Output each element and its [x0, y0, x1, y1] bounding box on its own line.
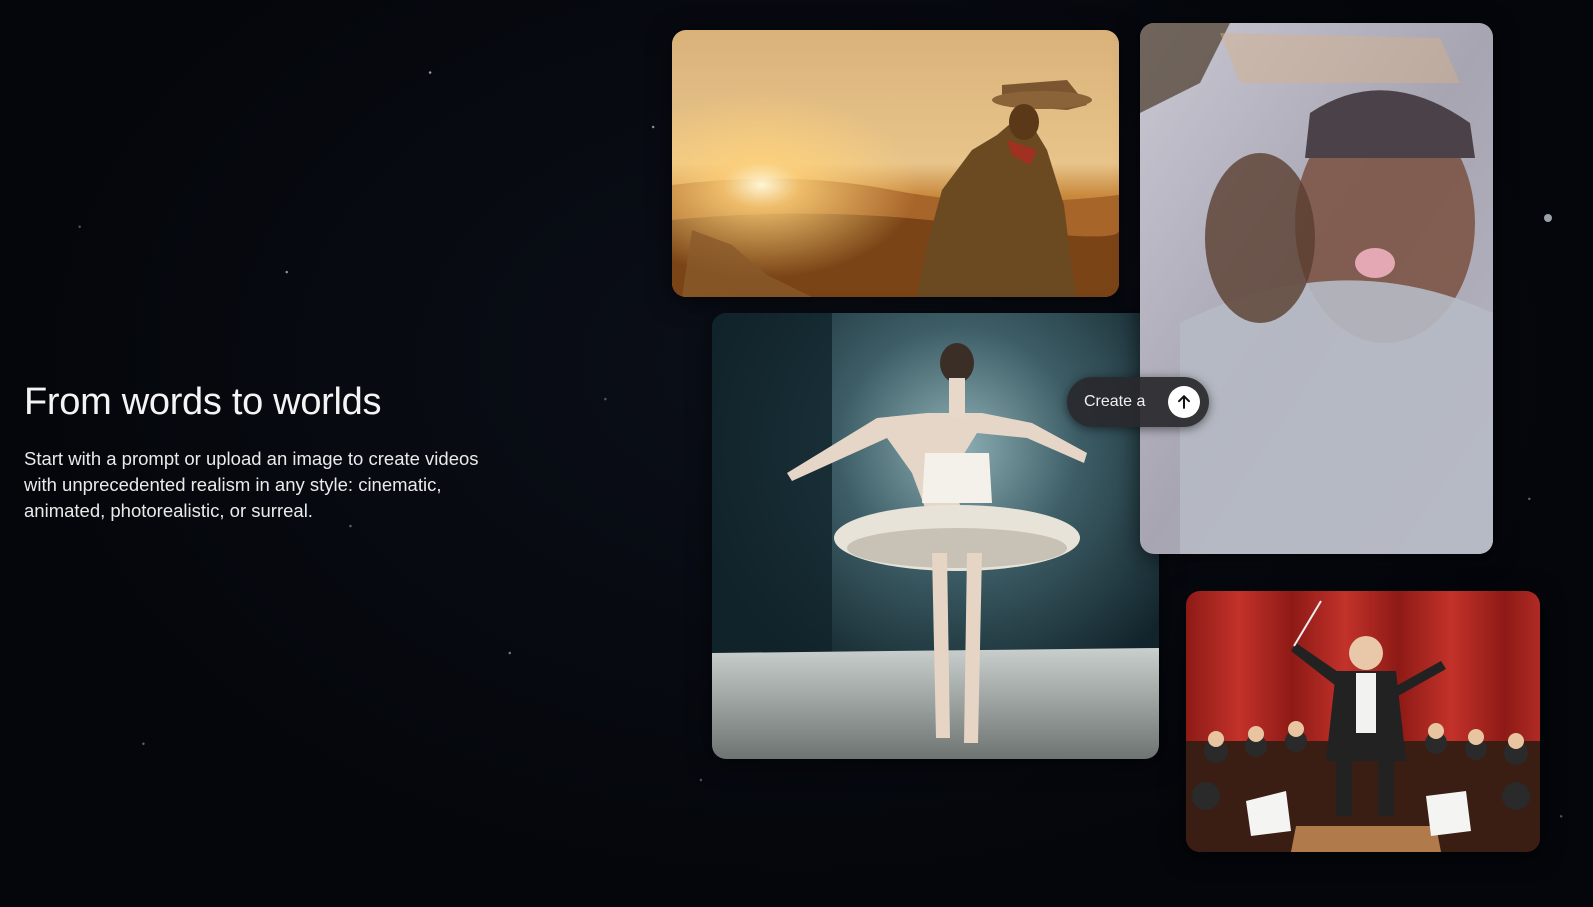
video-tile-selfie[interactable] [1140, 23, 1493, 554]
prompt-text[interactable]: Create a [1084, 393, 1168, 411]
prompt-input-pill[interactable]: Create a [1067, 377, 1209, 427]
orchestra-scene [1186, 591, 1540, 852]
hero-description: Start with a prompt or upload an image t… [24, 447, 479, 521]
hero-section: From words to worlds Start with a prompt… [24, 381, 484, 524]
hero-title: From words to worlds [24, 381, 382, 423]
video-tile-cowboy[interactable] [672, 30, 1119, 297]
selfie-scene [1140, 23, 1493, 554]
carousel-dot[interactable] [1544, 214, 1552, 222]
video-tile-orchestra[interactable] [1186, 591, 1540, 852]
submit-button[interactable] [1168, 386, 1200, 418]
cowboy-scene [672, 30, 1119, 297]
arrow-up-icon [1178, 395, 1190, 409]
